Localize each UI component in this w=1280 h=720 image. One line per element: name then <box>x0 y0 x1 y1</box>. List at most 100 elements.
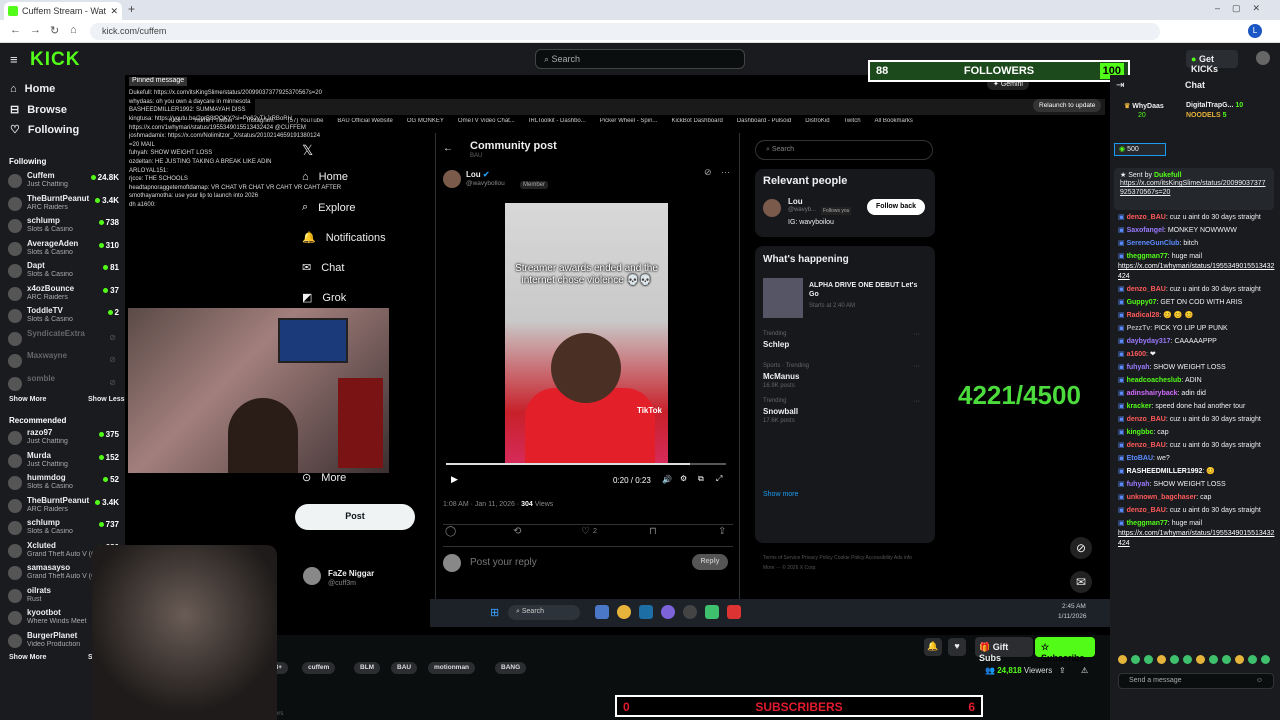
sidebar-channel[interactable]: razo97 Just Chatting 375 <box>8 427 120 449</box>
stream-tag[interactable]: motionman <box>428 662 476 674</box>
chat-username[interactable]: daybyday317 <box>1127 338 1171 345</box>
emote-icon[interactable] <box>1261 655 1270 664</box>
stream-tag[interactable]: BANG <box>495 662 527 674</box>
home-icon[interactable]: ⌂ <box>70 24 77 36</box>
chat-message: ▣ adinshairyback: adin did <box>1118 389 1276 399</box>
menu-icon[interactable]: ≡ <box>10 52 18 67</box>
chat-username[interactable]: kracker <box>1127 403 1152 410</box>
chat-username[interactable]: theggman77 <box>1127 520 1168 527</box>
emote-icon[interactable] <box>1118 655 1127 664</box>
channel-name: Dapt <box>27 261 45 270</box>
sidebar-channel[interactable]: schlump Slots & Casino 738 <box>8 215 120 237</box>
kick-logo[interactable]: KICK <box>30 49 80 71</box>
report-icon[interactable]: ⚠ <box>1081 666 1088 675</box>
stream-tag[interactable]: cuffem <box>302 662 336 674</box>
more-icon: ··· <box>721 167 730 177</box>
chat-username[interactable]: headcoacheslub <box>1127 377 1182 384</box>
gift-subs-button[interactable]: 🎁 Gift Subs <box>975 637 1033 663</box>
emote-icon[interactable] <box>1157 655 1166 664</box>
emote-icon[interactable] <box>1196 655 1205 664</box>
gifter-2[interactable]: DigitalTrapG... 10 <box>1186 102 1243 109</box>
sidebar-channel[interactable]: Murda Just Chatting 152 <box>8 450 120 472</box>
reload-icon[interactable]: ↻ <box>50 24 59 37</box>
show-more-button-2[interactable]: Show More <box>9 654 46 661</box>
profile-avatar[interactable]: L <box>1248 24 1262 38</box>
emote-icon[interactable] <box>1209 655 1218 664</box>
gifter-3[interactable]: NOODELS 5 <box>1186 112 1226 119</box>
forward-icon[interactable]: → <box>30 24 41 36</box>
stream-tag[interactable]: BLM <box>354 662 381 674</box>
chat-username[interactable]: PezzTv <box>1127 325 1151 332</box>
sidebar-channel[interactable]: Maxwayne ⊘ <box>8 350 120 372</box>
sidebar-channel[interactable]: schlump Slots & Casino 737 <box>8 517 120 539</box>
chat-username[interactable]: Guppy07 <box>1127 299 1157 306</box>
show-less-button[interactable]: Show Less <box>88 396 125 403</box>
emoji-icon[interactable]: ☺ <box>1256 677 1263 684</box>
pinned-chat-message[interactable]: ★ Sent by Dukefull https://x.com/itsKing… <box>1114 168 1274 210</box>
window-controls[interactable]: –▢✕ <box>1215 3 1272 14</box>
chat-username[interactable]: theggman77 <box>1127 253 1168 260</box>
chat-username[interactable]: denzo_BAU <box>1127 286 1166 293</box>
search-input[interactable]: ⌕ Search <box>535 49 745 69</box>
chat-username[interactable]: kingbbc <box>1127 429 1154 436</box>
chat-link[interactable]: https://x.com/1whymari/status/1955349015… <box>1118 529 1276 549</box>
chat-username[interactable]: SereneGunClub <box>1127 240 1180 247</box>
chat-username[interactable]: denzo_BAU <box>1127 416 1166 423</box>
chat-username[interactable]: fuhyah <box>1127 364 1150 371</box>
browser-tab[interactable]: Cuffem Stream - Watch Liv... ✕ <box>4 2 122 20</box>
pinned-chat-link[interactable]: https://x.com/itsKingSlime/status/200990… <box>1120 179 1268 197</box>
user-avatar[interactable] <box>1256 51 1270 65</box>
emote-icon[interactable] <box>1235 655 1244 664</box>
sidebar-item-following[interactable]: ♡ Following <box>10 123 79 137</box>
chat-username[interactable]: fuhyah <box>1127 481 1150 488</box>
emote-icon[interactable] <box>1170 655 1179 664</box>
chat-username[interactable]: EtoBAU <box>1127 455 1153 462</box>
sidebar-item-home[interactable]: ⌂ Home <box>10 83 55 95</box>
kick-goal-badge[interactable]: ◉ 500 <box>1114 143 1166 156</box>
chat-username[interactable]: Radical28 <box>1127 312 1160 319</box>
follow-heart-button[interactable]: ♥ <box>948 638 966 656</box>
gifter-1[interactable]: ♛ WhyDaas <box>1124 102 1164 110</box>
subscribe-button[interactable]: ☆ Subscribe <box>1035 637 1095 663</box>
new-tab-icon[interactable]: + <box>128 2 135 16</box>
sidebar-channel[interactable]: Cuffem Just Chatting 24.8K <box>8 170 120 192</box>
sidebar-channel[interactable]: AverageAden Slots & Casino 310 <box>8 238 120 260</box>
emote-icon[interactable] <box>1248 655 1257 664</box>
chat-username[interactable]: RASHEEDMILLER1992 <box>1127 468 1203 475</box>
chat-username[interactable]: denzo_BAU <box>1127 214 1166 221</box>
emote-icon[interactable] <box>1144 655 1153 664</box>
share-icon[interactable]: ⇪ <box>1059 666 1066 675</box>
close-tab-icon[interactable]: ✕ <box>110 6 118 17</box>
user-badge-icon: ▣ <box>1118 312 1127 319</box>
notification-bell-button[interactable]: 🔔 <box>924 638 942 656</box>
sidebar-item-browse[interactable]: ⊟ Browse <box>10 103 67 117</box>
chat-username[interactable]: a1600 <box>1127 351 1146 358</box>
chat-username[interactable]: adinshairyback <box>1127 390 1178 397</box>
pinned-line: kingtusa: https://youtu.be/2prB8tPOKY?si… <box>129 115 292 122</box>
emote-icon[interactable] <box>1222 655 1231 664</box>
stream-tag[interactable]: BAU <box>391 662 418 674</box>
channel-viewers: 3.4K <box>95 196 119 205</box>
get-kicks-button[interactable]: ● Get KICKs <box>1186 50 1238 74</box>
sidebar-channel[interactable]: somble ⊘ <box>8 373 120 395</box>
sidebar-channel[interactable]: x4ozBounce ARC Raiders 37 <box>8 283 120 305</box>
chat-input[interactable]: Send a message ☺ <box>1118 673 1274 689</box>
chat-username[interactable]: unknown_bagchaser <box>1127 494 1197 501</box>
sidebar-channel[interactable]: TheBurntPeanut ARC Raiders 3.4K <box>8 495 120 517</box>
show-more-button[interactable]: Show More <box>9 396 46 403</box>
taskbar-app-icon <box>705 605 719 619</box>
chat-username[interactable]: denzo_BAU <box>1127 507 1166 514</box>
chat-username[interactable]: Saxofangel <box>1127 227 1164 234</box>
sidebar-channel[interactable]: Dapt Slots & Casino 81 <box>8 260 120 282</box>
chat-username[interactable]: denzo_BAU <box>1127 442 1166 449</box>
sidebar-channel[interactable]: SyndicateExtra ⊘ <box>8 328 120 350</box>
url-field[interactable]: kick.com/cuffem <box>90 23 1160 40</box>
chat-link[interactable]: https://x.com/1whymari/status/1955349015… <box>1118 262 1276 282</box>
emote-icon[interactable] <box>1183 655 1192 664</box>
sidebar-channel[interactable]: hummdog Slots & Casino 52 <box>8 472 120 494</box>
sidebar-channel[interactable]: TheBurntPeanut ARC Raiders 3.4K <box>8 193 120 215</box>
back-icon[interactable]: ← <box>10 24 21 36</box>
gifter-3-count: 5 <box>1222 112 1227 119</box>
emote-icon[interactable] <box>1131 655 1140 664</box>
sidebar-channel[interactable]: ToddleTV Slots & Casino 2 <box>8 305 120 327</box>
